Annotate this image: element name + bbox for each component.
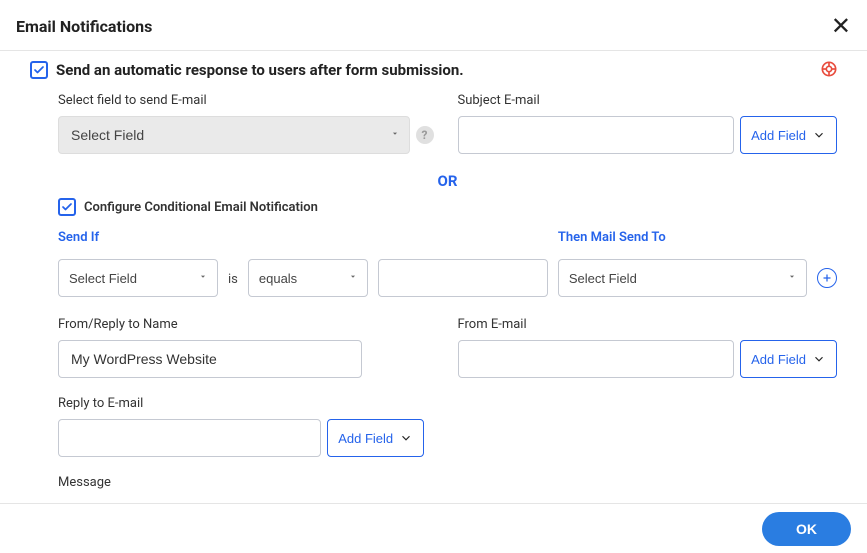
then-mail-label: Then Mail Send To bbox=[558, 230, 807, 245]
lifering-help-icon[interactable] bbox=[821, 61, 837, 77]
add-field-subject-button[interactable]: Add Field bbox=[740, 116, 837, 154]
condition-value-input[interactable] bbox=[378, 259, 548, 297]
from-reply-name-input[interactable] bbox=[58, 340, 362, 378]
conditional-checkbox[interactable] bbox=[58, 198, 76, 216]
send-if-label: Send If bbox=[58, 230, 218, 245]
message-label: Message bbox=[58, 475, 837, 490]
from-email-label: From E-mail bbox=[458, 317, 838, 332]
select-field-dropdown[interactable]: Select Field bbox=[58, 116, 410, 154]
select-field-label: Select field to send E-mail bbox=[58, 93, 438, 108]
add-field-label: Add Field bbox=[751, 128, 806, 143]
chevron-down-icon bbox=[812, 352, 826, 366]
dialog-title: Email Notifications bbox=[16, 17, 152, 36]
close-icon[interactable]: ✕ bbox=[831, 14, 851, 38]
chevron-down-icon bbox=[812, 128, 826, 142]
ok-button[interactable]: OK bbox=[762, 512, 851, 546]
auto-response-label: Send an automatic response to users afte… bbox=[56, 61, 464, 79]
operator-dropdown[interactable]: equals bbox=[248, 259, 368, 297]
add-field-reply-button[interactable]: Add Field bbox=[327, 419, 424, 457]
or-divider: OR bbox=[58, 172, 837, 190]
then-mail-dropdown[interactable]: Select Field bbox=[558, 259, 807, 297]
help-icon[interactable]: ? bbox=[416, 126, 434, 144]
reply-to-email-label: Reply to E-mail bbox=[58, 396, 837, 411]
subject-email-input[interactable] bbox=[458, 116, 735, 154]
add-field-from-button[interactable]: Add Field bbox=[740, 340, 837, 378]
chevron-down-icon bbox=[399, 431, 413, 445]
conditional-label: Configure Conditional Email Notification bbox=[84, 200, 318, 215]
from-email-input[interactable] bbox=[458, 340, 735, 378]
send-if-field-dropdown[interactable]: Select Field bbox=[58, 259, 218, 297]
reply-to-email-input[interactable] bbox=[58, 419, 321, 457]
add-field-label: Add Field bbox=[751, 352, 806, 367]
auto-response-checkbox[interactable] bbox=[30, 61, 48, 79]
is-label: is bbox=[228, 272, 238, 297]
from-reply-name-label: From/Reply to Name bbox=[58, 317, 438, 332]
add-field-label: Add Field bbox=[338, 431, 393, 446]
add-condition-button[interactable] bbox=[817, 268, 837, 288]
subject-email-label: Subject E-mail bbox=[458, 93, 838, 108]
